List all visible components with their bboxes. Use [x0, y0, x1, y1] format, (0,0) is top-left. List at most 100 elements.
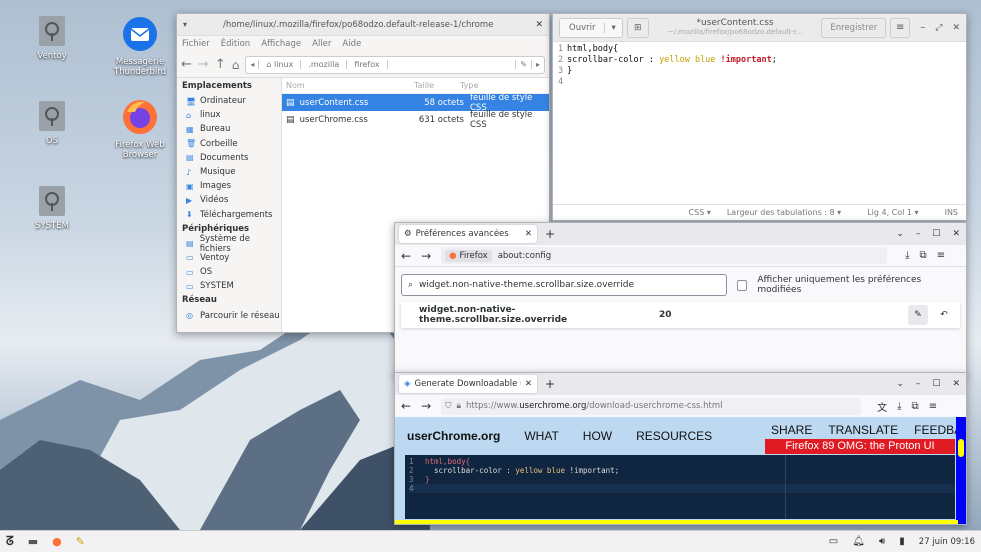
site-logo[interactable]: userChrome.org [407, 429, 500, 443]
firefox-taskbar-icon[interactable]: ● [52, 535, 62, 548]
code-block[interactable]: 1 html,body{2 scrollbar-color : yellow bl… [405, 455, 955, 519]
edit-pencil-icon[interactable]: ✎ [908, 305, 928, 325]
close-icon[interactable]: ✕ [952, 379, 960, 389]
volume-icon[interactable]: 🔊︎ [879, 536, 885, 547]
clock[interactable]: 27 juin 09:16 [919, 537, 975, 547]
pref-row[interactable]: widget.non-native-theme.scrollbar.size.o… [401, 302, 960, 328]
lock-icon[interactable]: 🔒︎ [457, 401, 462, 411]
extensions-icon[interactable]: ⧉ [912, 401, 919, 412]
extensions-icon[interactable]: ⧉ [920, 250, 927, 261]
start-menu-icon[interactable]: ᘔ [6, 534, 14, 549]
language-selector[interactable]: CSS ▾ [689, 208, 711, 217]
config-search-input[interactable]: ⌕ widget.non-native-theme.scrollbar.size… [401, 274, 727, 296]
new-tab-plus-icon[interactable]: + [545, 227, 555, 241]
path-segment-mozilla[interactable]: .mozilla [301, 60, 348, 69]
desktop-icon-thunderbird[interactable]: Messagerie Thunderbird [105, 15, 175, 77]
display-icon[interactable]: ▭ [829, 536, 838, 547]
desktop-icon-ventoy[interactable]: Ventoy [17, 15, 87, 61]
path-segment-linux[interactable]: ⌂ linux [259, 60, 302, 69]
forward-arrow-icon[interactable]: → [421, 249, 431, 263]
notifications-bell-icon[interactable]: 🔔︎ [852, 536, 865, 547]
cursor-position[interactable]: Lig 4, Col 1 ▾ [867, 208, 918, 217]
new-tab-icon[interactable]: ⊞ [626, 17, 649, 38]
battery-icon[interactable]: ▮ [899, 536, 905, 547]
share-link[interactable]: SHARE [771, 423, 812, 437]
open-button[interactable]: Ouvrir [560, 22, 606, 33]
editor-text-area[interactable]: 1 html,body{2 scrollbar-color : yellow blu… [553, 42, 966, 204]
minimize-icon[interactable]: – [916, 379, 921, 389]
yellow-horizontal-scrollbar[interactable] [395, 520, 958, 524]
sidebar-item-devices[interactable]: ▭ OS [182, 265, 281, 279]
new-tab-plus-icon[interactable]: + [545, 377, 555, 391]
minimize-icon[interactable]: – [920, 22, 925, 33]
menu-icon[interactable]: ≡ [929, 401, 937, 412]
maximize-icon[interactable]: ☐ [932, 379, 940, 389]
forward-arrow-icon[interactable]: → [198, 57, 209, 72]
path-right-arrow-icon[interactable]: ▸ [530, 60, 544, 69]
tab-preferences[interactable]: ⚙ Préférences avancées ✕ [399, 225, 537, 243]
nav-resources[interactable]: RESOURCES [636, 429, 712, 443]
path-left-arrow-icon[interactable]: ◂ [246, 60, 260, 69]
file-row[interactable]: ▤ userContent.css 58 octets feuille de styl… [282, 93, 549, 113]
sidebar-item-devices[interactable]: ▤ Système de fichiers [182, 234, 281, 254]
sidebar-item-places[interactable]: ▶ Vidéos [182, 193, 281, 207]
up-arrow-icon[interactable]: ↑ [215, 57, 226, 72]
tab-close-icon[interactable]: ✕ [525, 379, 532, 389]
column-size[interactable]: Taille [414, 81, 460, 90]
sidebar-item-places[interactable]: ▤ Documents [182, 151, 281, 165]
sidebar-item-network[interactable]: ◎ Parcourir le réseau [182, 308, 281, 322]
translate-link[interactable]: TRANSLATE [828, 423, 898, 437]
chevron-down-icon[interactable]: ⌄ [896, 379, 904, 389]
home-icon[interactable]: ⌂ [232, 58, 240, 72]
sidebar-item-places[interactable]: 🗑︎ Corbeille [182, 137, 281, 151]
sidebar-item-places[interactable]: ▣ Images [182, 179, 281, 193]
back-arrow-icon[interactable]: ← [401, 399, 411, 413]
path-segment-firefox[interactable]: firefox [347, 60, 388, 69]
file-manager-icon[interactable]: ▬ [28, 535, 38, 548]
menu-aide[interactable]: Aide [342, 39, 361, 49]
menu-fichier[interactable]: Fichier [182, 39, 210, 49]
back-arrow-icon[interactable]: ← [401, 249, 411, 263]
edit-path-icon[interactable]: ✎ [515, 60, 531, 69]
save-button[interactable]: Enregistrer [821, 17, 887, 38]
menu-aller[interactable]: Aller [312, 39, 331, 49]
text-editor-taskbar-icon[interactable]: ✎ [76, 535, 85, 548]
blue-scrollbar-track[interactable] [956, 417, 966, 524]
close-icon[interactable]: ✕ [535, 20, 543, 30]
modified-only-checkbox[interactable] [736, 279, 748, 291]
menu-affichage[interactable]: Affichage [261, 39, 301, 49]
menu-icon[interactable]: ≡ [937, 250, 945, 261]
menu-edition[interactable]: Édition [221, 39, 250, 49]
nav-how[interactable]: HOW [583, 429, 612, 443]
reset-icon[interactable]: ↶ [934, 305, 954, 325]
minimize-icon[interactable]: – [916, 229, 921, 239]
maximize-icon[interactable]: ☐ [932, 229, 940, 239]
download-icon[interactable]: ⤓ [905, 250, 909, 261]
column-type[interactable]: Type [460, 81, 478, 90]
desktop-icon-firefox[interactable]: Firefox Web Browser [105, 98, 175, 160]
back-arrow-icon[interactable]: ← [181, 57, 192, 72]
desktop-icon-os[interactable]: OS [17, 100, 87, 146]
open-menu-chevron-icon[interactable]: ▾ [605, 23, 621, 33]
sidebar-item-places[interactable]: ▦ Bureau [182, 122, 281, 136]
column-name[interactable]: Nom [282, 81, 414, 90]
identity-badge[interactable]: ● Firefox [445, 249, 492, 262]
tab-width-selector[interactable]: Largeur des tabulations : 8 ▾ [727, 208, 841, 217]
close-icon[interactable]: ✕ [952, 23, 960, 33]
tab-close-icon[interactable]: ✕ [525, 229, 532, 239]
translate-icon[interactable]: 文 [877, 399, 887, 414]
sidebar-item-devices[interactable]: ▭ SYSTEM [182, 279, 281, 293]
file-row[interactable]: ▤ userChrome.css 631 octets feuille de styl… [282, 110, 549, 130]
nav-what[interactable]: WHAT [524, 429, 558, 443]
sidebar-item-places[interactable]: ⬇ Téléchargements [182, 208, 281, 222]
hamburger-menu-icon[interactable]: ≡ [890, 17, 911, 38]
proton-banner[interactable]: Firefox 89 OMG: the Proton UI [765, 439, 955, 454]
sidebar-item-places[interactable]: ♪ Musique [182, 165, 281, 179]
close-icon[interactable]: ✕ [952, 229, 960, 239]
forward-arrow-icon[interactable]: → [421, 399, 431, 413]
maximize-icon[interactable]: ⤢ [935, 23, 942, 33]
sidebar-item-places[interactable]: 🖥︎ Ordinateur [182, 94, 281, 108]
tab-generate[interactable]: ◈ Generate Downloadable us ✕ [399, 375, 537, 393]
yellow-scrollbar-thumb[interactable] [958, 439, 964, 457]
url-bar[interactable]: ● Firefox about:config [441, 247, 888, 264]
